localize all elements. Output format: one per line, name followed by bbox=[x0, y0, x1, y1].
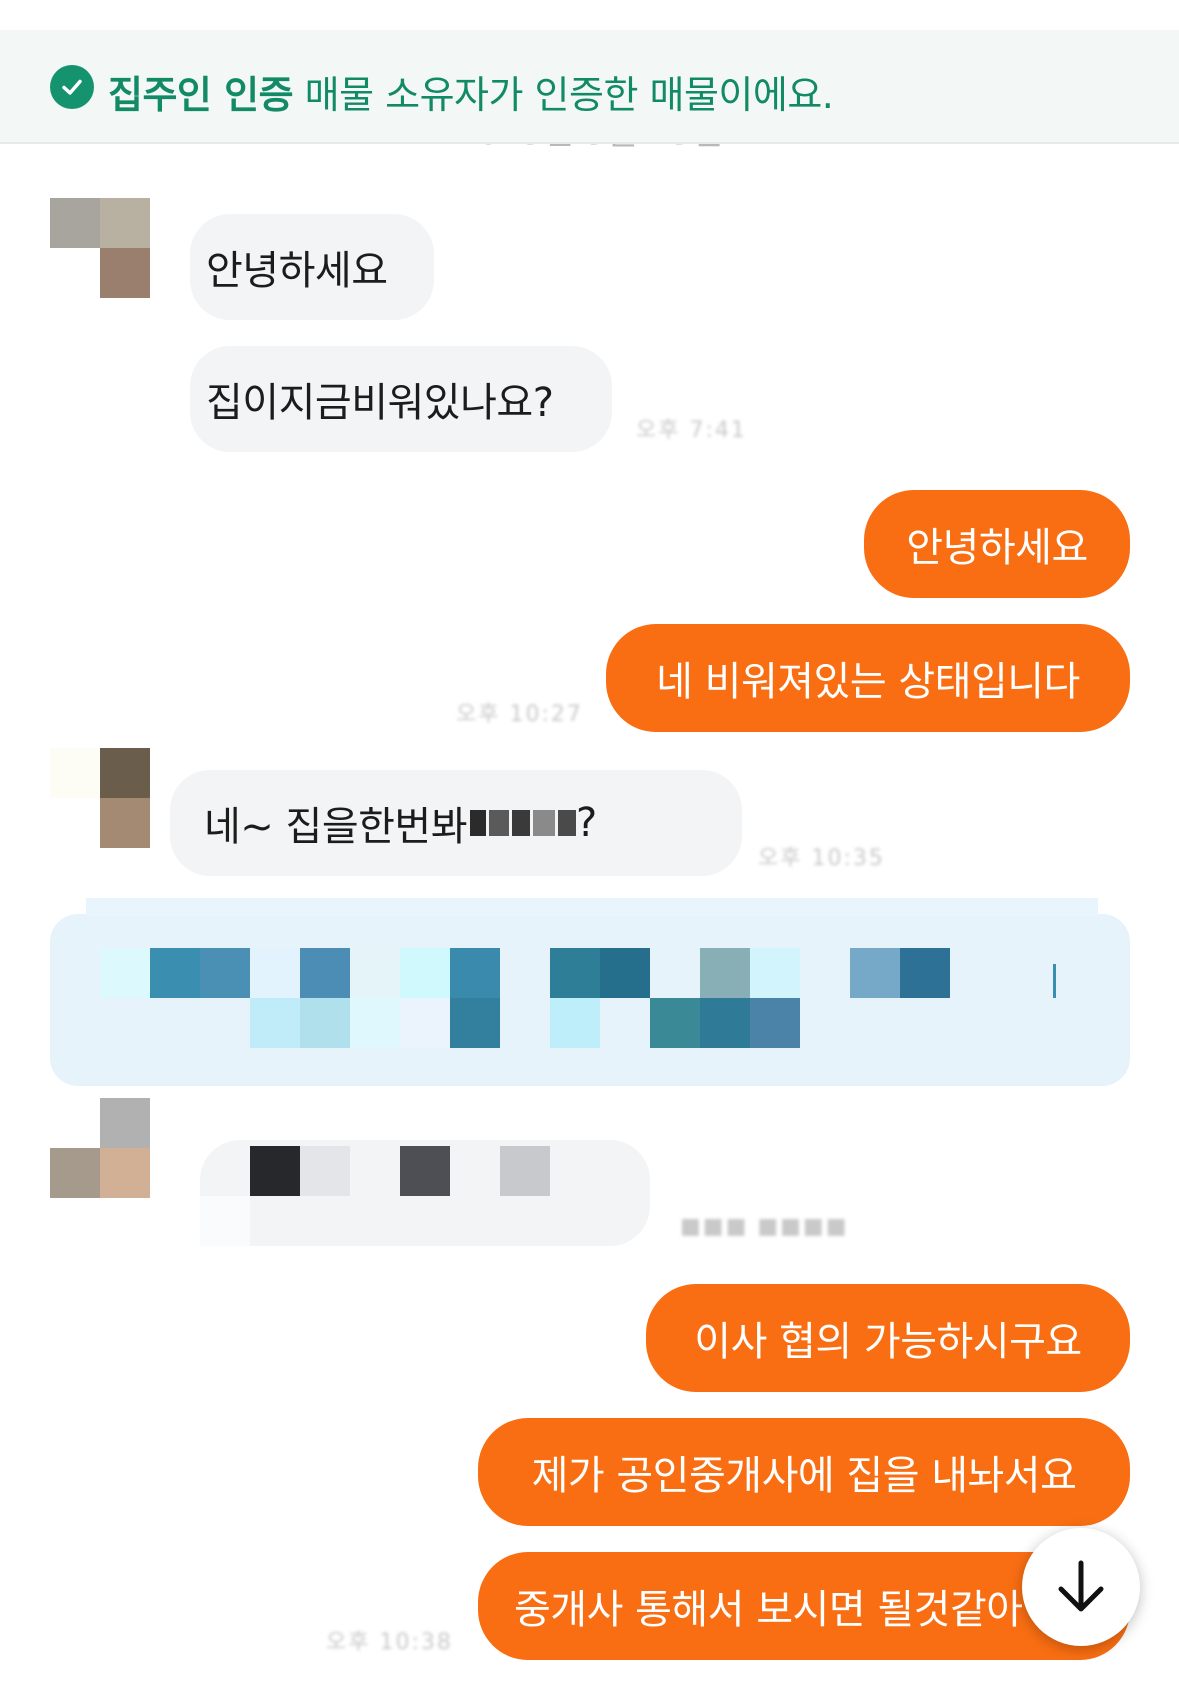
incoming-message[interactable]: 네~ 집을한번봐 ? bbox=[170, 770, 742, 876]
verified-check-icon bbox=[50, 65, 94, 109]
message-timestamp: 오후 7:41 bbox=[636, 418, 747, 443]
redacted-shared-card[interactable] bbox=[50, 898, 1130, 1102]
scroll-to-bottom-button[interactable] bbox=[1022, 1528, 1140, 1646]
outgoing-message[interactable]: 네 비워져있는 상태입니다 bbox=[606, 624, 1130, 732]
avatar[interactable] bbox=[50, 198, 150, 298]
message-text: 집이지금비워있나요? bbox=[206, 380, 554, 426]
incoming-message[interactable]: 집이지금비워있나요? bbox=[190, 346, 612, 452]
banner-description: 매물 소유자가 인증한 매물이에요. bbox=[304, 73, 834, 117]
message-text: 제가 공인중개사에 집을 내놔서요 bbox=[531, 1453, 1077, 1499]
message-text: 안녕하세요 bbox=[206, 248, 388, 294]
banner-text: 집주인 인증 매물 소유자가 인증한 매물이에요. bbox=[108, 64, 834, 119]
message-text: 네~ 집을한번봐 bbox=[204, 804, 468, 850]
arrow-down-icon bbox=[1058, 1560, 1104, 1612]
owner-verified-banner: 집주인 인증 매물 소유자가 인증한 매물이에요. bbox=[0, 30, 1179, 144]
message-timestamp: 오후 10:38 bbox=[326, 1630, 453, 1655]
message-text: 안녕하세요 bbox=[906, 525, 1088, 571]
avatar[interactable] bbox=[50, 1098, 150, 1198]
message-timestamp: 오후 10:27 bbox=[456, 702, 583, 727]
message-text-tail: ? bbox=[576, 800, 597, 846]
incoming-message[interactable]: 안녕하세요 bbox=[190, 214, 434, 320]
redacted-text bbox=[467, 810, 577, 836]
outgoing-message[interactable]: 안녕하세요 bbox=[864, 490, 1130, 598]
message-text: 네 비워져있는 상태입니다 bbox=[656, 659, 1080, 705]
outgoing-message[interactable]: 제가 공인중개사에 집을 내놔서요 bbox=[478, 1418, 1130, 1526]
outgoing-message[interactable]: 이사 협의 가능하시구요 bbox=[646, 1284, 1130, 1392]
redacted-timestamp: ■■■ ■■■■ bbox=[680, 1214, 849, 1239]
redacted-incoming-message[interactable] bbox=[200, 1140, 670, 1250]
verified-badge-label: 집주인 인증 bbox=[108, 73, 294, 117]
message-text: 중개사 통해서 보시면 될것같아 bbox=[514, 1587, 1023, 1633]
message-text: 이사 협의 가능하시구요 bbox=[694, 1319, 1082, 1365]
avatar[interactable] bbox=[50, 748, 150, 848]
message-timestamp: 오후 10:35 bbox=[758, 846, 885, 871]
